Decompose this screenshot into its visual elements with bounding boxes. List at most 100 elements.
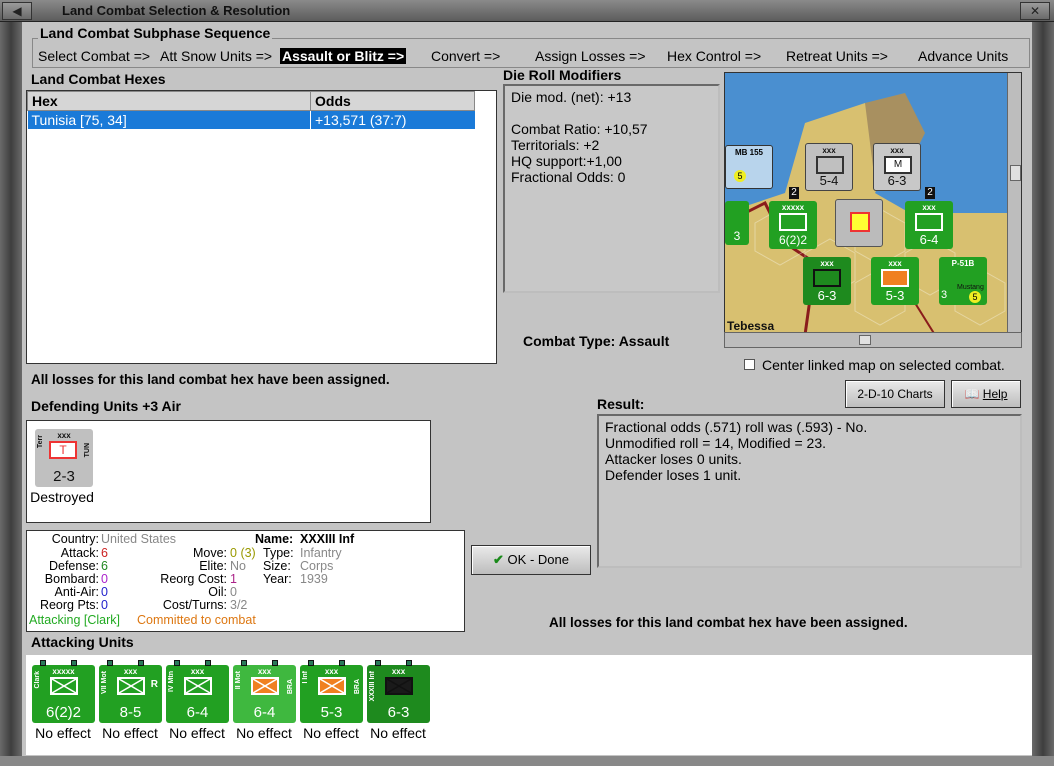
cost-turns-value: 3/2 [230, 598, 248, 612]
infantry-symbol-icon [779, 213, 807, 231]
explosion-icon [850, 212, 870, 232]
unit-strength: 5-3 [885, 288, 905, 303]
map-counter-i-inf[interactable]: xxx 5-3 [871, 257, 919, 305]
unit-size: xxx [888, 259, 902, 268]
title-bar[interactable]: ◀ Land Combat Selection & Resolution ✕ [0, 0, 1054, 22]
unit-name: Terr [37, 435, 44, 449]
col-hex-header[interactable]: Hex [27, 91, 311, 111]
unit-name: II Mot [235, 671, 242, 690]
oil-value: 0 [230, 585, 237, 599]
attacking-counter[interactable]: xxx VII Mot R 8-5 [99, 660, 162, 723]
help-button[interactable]: 📖 Help [951, 380, 1021, 408]
attacking-status: Attacking [Clark] [29, 613, 121, 627]
map-location-label: Tebessa [727, 319, 775, 333]
close-button[interactable]: ✕ [1020, 2, 1050, 20]
mountain-symbol-icon [915, 213, 943, 231]
attack-value: 6 [101, 546, 108, 560]
table-row[interactable]: Tunisia [75, 34] +13,571 (37:7) [27, 110, 475, 129]
window-title: Land Combat Selection & Resolution [62, 3, 291, 18]
defending-units-panel: xxx Terr T TUN 2-3 Destroyed [26, 420, 431, 523]
attacking-counter[interactable]: xxx IV Mtn 6-4 [166, 660, 229, 723]
loss-status-message-bottom: All losses for this land combat hex have… [549, 615, 908, 630]
map-counter-partial[interactable]: 3 [725, 201, 749, 245]
bottom-frame-bar [0, 756, 1054, 766]
modifier-line: Combat Ratio: +10,57 [511, 121, 648, 137]
defending-counter-terr-tun[interactable]: xxx Terr T TUN 2-3 [35, 429, 93, 487]
map-target-hex-counter[interactable] [835, 199, 883, 247]
left-frame-bar [0, 22, 22, 756]
odds-cell[interactable]: +13,571 (37:7) [310, 110, 475, 129]
unit-strength: 3 [733, 229, 741, 243]
unit-strength: 6-3 [817, 288, 837, 303]
ok-done-button[interactable]: ✔ OK - Done [471, 545, 591, 575]
modifier-line: Fractional Odds: 0 [511, 169, 626, 185]
attacking-units-title: Attacking Units [31, 634, 134, 650]
attacking-counter[interactable]: xxx II Mot BRA 6-4 [233, 660, 296, 723]
territorial-symbol-icon: T [49, 441, 77, 459]
result-panel: Fractional odds (.571) roll was (.593) -… [597, 414, 1022, 568]
oil-label: Oil: [208, 585, 227, 599]
attacking-unit-effect: No effect [35, 725, 91, 741]
attacking-counter[interactable]: xxx I Inf BRA 5-3 [300, 660, 363, 723]
status-pip [272, 660, 279, 666]
map-horizontal-scrollbar[interactable] [724, 332, 1022, 348]
unit-size: xxxxx [781, 203, 805, 212]
infantry-symbol-icon [816, 156, 844, 174]
unit-strength: 6-3 [387, 704, 410, 721]
center-map-label[interactable]: Center linked map on selected combat. [762, 357, 1005, 373]
center-map-checkbox[interactable] [744, 359, 755, 370]
unit-type-symbol-icon [50, 677, 78, 695]
help-button-label: Help [982, 387, 1008, 401]
map-counter-italian[interactable]: xxx M 6-3 [873, 143, 921, 191]
die-roll-modifiers-title: Die Roll Modifiers [503, 67, 622, 83]
unit-name: Clark [34, 671, 41, 689]
checkmark-icon: ✔ [493, 552, 504, 567]
modifier-line: Territorials: +2 [511, 137, 600, 153]
system-menu-button[interactable]: ◀ [2, 2, 32, 20]
unit-strength: 6-4 [186, 704, 209, 721]
charts-button[interactable]: 2-D-10 Charts [845, 380, 945, 408]
bombard-label: Bombard: [44, 572, 99, 586]
infantry-symbol-icon [881, 269, 909, 287]
attacking-counter[interactable]: xxxxx Clark 6(2)2 [32, 660, 95, 723]
map-counter-iv-mtn[interactable]: xxx 6-4 [905, 201, 953, 249]
reorg-pts-value: 0 [101, 598, 108, 612]
size-value: Corps [300, 559, 334, 573]
map-counter-xxxiii-inf[interactable]: xxx 6-3 [803, 257, 851, 305]
antiair-label: Anti-Air: [54, 585, 99, 599]
map-counter-xxiii-inf[interactable]: xxx 5-4 [805, 143, 853, 191]
hex-cell[interactable]: Tunisia [75, 34] [27, 110, 311, 129]
map-counter-clark[interactable]: xxxxx 6(2)2 [769, 201, 817, 249]
unit-size: xxx [391, 667, 406, 676]
status-pip [205, 660, 212, 666]
vertical-scroll-thumb[interactable] [1010, 165, 1021, 181]
seq-step-convert: Convert => [431, 48, 501, 64]
unit-type-symbol-icon [251, 677, 279, 695]
status-pip [406, 660, 413, 666]
unit-name: I Inf [302, 671, 309, 684]
map-air-counter-mb155[interactable]: MB 155 5 [725, 145, 773, 189]
seq-step-assault-blitz: Assault or Blitz => [280, 48, 407, 64]
map-vertical-scrollbar[interactable] [1007, 73, 1021, 333]
seq-step-retreat: Retreat Units => [786, 48, 888, 64]
hex-list-panel: Hex Odds Tunisia [75, 34] +13,571 (37:7) [26, 90, 497, 364]
defending-units-title: Defending Units +3 Air [31, 398, 182, 414]
unit-strength: 6-3 [887, 173, 907, 188]
map-air-counter-p51b[interactable]: P-51B 3 Mustang 5 [939, 257, 987, 305]
linked-map[interactable]: MB 155 5 xxx 5-4 xxx M 6-3 3 xxxxx 6(2)2… [724, 72, 1022, 334]
unit-strength: 5-4 [819, 173, 839, 188]
status-pip [240, 660, 247, 666]
combat-type-label: Combat Type: [523, 333, 616, 349]
year-label: Year: [263, 572, 292, 586]
type-label: Type: [263, 546, 294, 560]
unit-strength: 5-3 [320, 704, 343, 721]
map-counter-extra: 5 [969, 291, 981, 303]
horizontal-scroll-thumb[interactable] [859, 335, 871, 345]
unit-name: IV Mtn [168, 671, 175, 692]
attacking-counter[interactable]: xxx XXXIII Inf 6-3 [367, 660, 430, 723]
result-line: Defender loses 1 unit. [605, 467, 742, 483]
unit-size: xxx [324, 667, 339, 676]
unit-strength: 2-3 [53, 468, 75, 485]
col-odds-header[interactable]: Odds [310, 91, 475, 111]
status-pip [173, 660, 180, 666]
